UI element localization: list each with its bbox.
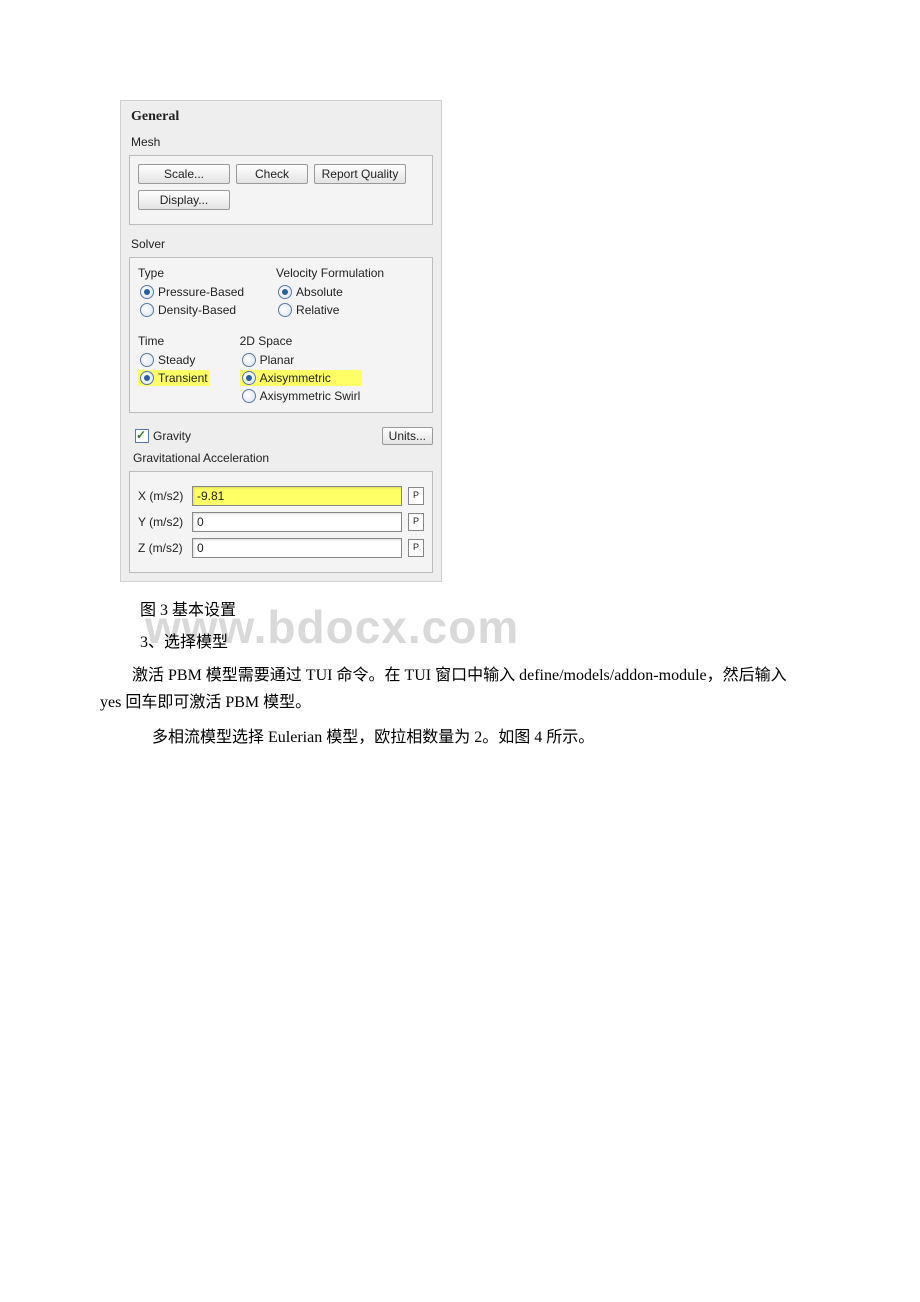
radio-icon	[140, 371, 154, 385]
radio-label: Axisymmetric Swirl	[260, 388, 361, 404]
panel-title: General	[121, 101, 441, 131]
radio-relative[interactable]: Relative	[276, 302, 384, 318]
radio-label: Relative	[296, 302, 339, 318]
solver-section-label: Solver	[121, 233, 441, 253]
p-button[interactable]: P	[408, 487, 424, 505]
radio-label: Planar	[260, 352, 295, 368]
figure-caption: 图 3 基本设置	[140, 596, 800, 620]
paragraph: 激活 PBM 模型需要通过 TUI 命令。在 TUI 窗口中输入 define/…	[100, 662, 800, 716]
radio-icon	[140, 353, 154, 367]
x-field-label: X (m/s2)	[138, 489, 186, 503]
velocity-group-title: Velocity Formulation	[276, 266, 384, 280]
radio-icon	[242, 389, 256, 403]
display-button[interactable]: Display...	[138, 190, 230, 210]
x-field-input[interactable]: -9.81	[192, 486, 402, 506]
radio-icon	[278, 303, 292, 317]
radio-label: Absolute	[296, 284, 343, 300]
report-quality-button[interactable]: Report Quality	[314, 164, 406, 184]
time-group-title: Time	[138, 334, 210, 348]
radio-icon	[278, 285, 292, 299]
space-group-title: 2D Space	[240, 334, 363, 348]
radio-planar[interactable]: Planar	[240, 352, 363, 368]
units-button[interactable]: Units...	[382, 427, 433, 445]
radio-icon	[242, 353, 256, 367]
radio-steady[interactable]: Steady	[138, 352, 210, 368]
radio-label: Axisymmetric	[260, 370, 331, 386]
radio-icon	[242, 371, 256, 385]
radio-icon	[140, 303, 154, 317]
radio-pressure-based[interactable]: Pressure-Based	[138, 284, 246, 300]
y-field-input[interactable]: 0	[192, 512, 402, 532]
checkbox-icon	[135, 429, 149, 443]
z-field-input[interactable]: 0	[192, 538, 402, 558]
radio-transient[interactable]: Transient	[138, 370, 210, 386]
mesh-box: Scale... Check Report Quality Display...	[129, 155, 433, 225]
mesh-section-label: Mesh	[121, 131, 441, 151]
radio-density-based[interactable]: Density-Based	[138, 302, 246, 318]
z-field-label: Z (m/s2)	[138, 541, 186, 555]
radio-axisymmetric[interactable]: Axisymmetric	[240, 370, 363, 386]
y-field-label: Y (m/s2)	[138, 515, 186, 529]
radio-label: Density-Based	[158, 302, 236, 318]
radio-label: Pressure-Based	[158, 284, 244, 300]
gravity-box: X (m/s2) -9.81 P Y (m/s2) 0 P Z (m/s2) 0…	[129, 471, 433, 573]
p-button[interactable]: P	[408, 513, 424, 531]
check-button[interactable]: Check	[236, 164, 308, 184]
radio-label: Transient	[158, 370, 208, 386]
general-panel: General Mesh Scale... Check Report Quali…	[120, 100, 442, 582]
radio-icon	[140, 285, 154, 299]
radio-axisymmetric-swirl[interactable]: Axisymmetric Swirl	[240, 388, 363, 404]
type-group-title: Type	[138, 266, 246, 280]
paragraph: 多相流模型选择 Eulerian 模型，欧拉相数量为 2。如图 4 所示。	[120, 724, 800, 751]
grav-accel-label: Gravitational Acceleration	[121, 447, 441, 467]
section-heading: 3、选择模型	[140, 628, 800, 652]
solver-box: Type Pressure-Based Density-Based Veloci…	[129, 257, 433, 413]
scale-button[interactable]: Scale...	[138, 164, 230, 184]
gravity-label: Gravity	[153, 428, 191, 444]
radio-absolute[interactable]: Absolute	[276, 284, 384, 300]
p-button[interactable]: P	[408, 539, 424, 557]
gravity-checkbox[interactable]: Gravity	[133, 428, 193, 444]
radio-label: Steady	[158, 352, 195, 368]
